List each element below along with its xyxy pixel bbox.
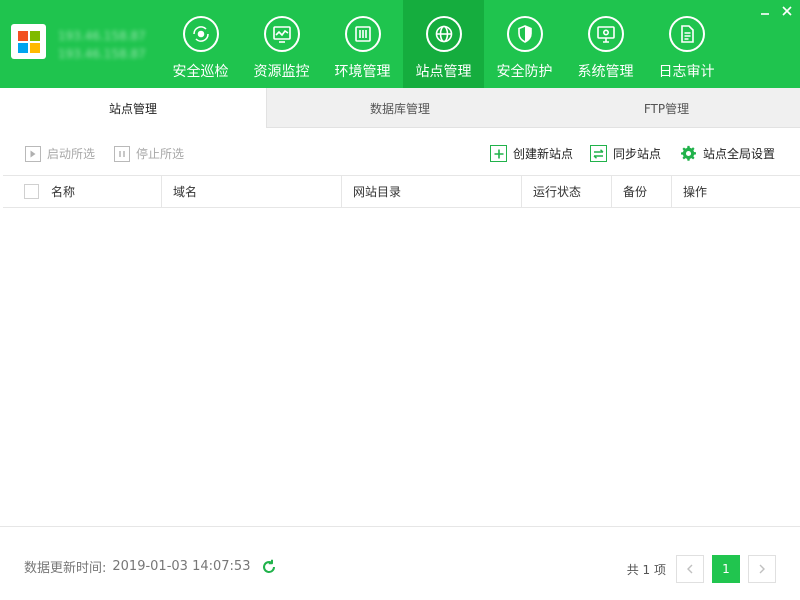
update-time-value: 2019-01-03 14:07:53 <box>112 559 251 574</box>
play-icon <box>25 145 41 162</box>
start-selected-label: 启动所选 <box>47 147 96 161</box>
server-line-1: 193.46.158.87 <box>58 29 146 43</box>
refresh-icon[interactable] <box>260 558 278 576</box>
minimize-icon[interactable] <box>758 4 772 18</box>
nav-label: 系统管理 <box>577 64 634 80</box>
global-settings-button[interactable]: 站点全局设置 <box>680 145 775 162</box>
pagination: 共 1 项 1 <box>627 555 776 583</box>
window-controls <box>758 4 794 18</box>
create-site-button[interactable]: 创建新站点 <box>490 145 573 162</box>
column-header-backup[interactable]: 备份 <box>611 176 671 207</box>
page-number-button[interactable]: 1 <box>712 555 740 583</box>
app-header: 193.46.158.87 193.46.158.87 安全巡检 资源监控 环境… <box>0 0 800 88</box>
tab-label: FTP管理 <box>643 101 690 116</box>
main-nav: 安全巡检 资源监控 环境管理 站点管理 安全防护 系统管理 日志审计 <box>160 0 727 88</box>
prev-page-button[interactable] <box>676 555 704 583</box>
column-header-name[interactable]: 名称 <box>40 176 161 207</box>
nav-label: 安全巡检 <box>172 64 229 80</box>
chevron-right-icon <box>759 564 765 574</box>
column-label: 名称 <box>51 185 76 199</box>
windows-logo-icon <box>11 24 46 59</box>
sync-sites-button[interactable]: 同步站点 <box>590 145 661 162</box>
select-all-checkbox[interactable] <box>24 184 39 199</box>
start-selected-button[interactable]: 启动所选 <box>25 145 95 162</box>
server-line-2: 193.46.158.87 <box>58 47 146 61</box>
sub-tabs: 站点管理 数据库管理 FTP管理 <box>0 88 800 128</box>
stop-selected-label: 停止所选 <box>136 147 185 161</box>
nav-item-site-management[interactable]: 站点管理 <box>403 0 484 88</box>
tab-label: 站点管理 <box>108 101 157 116</box>
column-header-directory[interactable]: 网站目录 <box>341 176 521 207</box>
current-page: 1 <box>722 562 730 576</box>
monitor-chart-icon <box>263 16 300 52</box>
tab-label: 数据库管理 <box>369 101 430 116</box>
tab-database-management[interactable]: 数据库管理 <box>267 88 533 128</box>
gear-monitor-icon <box>587 16 624 52</box>
globe-icon <box>425 16 462 52</box>
update-time-label: 数据更新时间: <box>24 561 107 576</box>
column-header-status[interactable]: 运行状态 <box>521 176 611 207</box>
nav-item-environment[interactable]: 环境管理 <box>322 0 403 88</box>
site-table-body <box>3 208 800 526</box>
global-settings-label: 站点全局设置 <box>703 147 776 161</box>
column-header-actions[interactable]: 操作 <box>671 176 800 207</box>
nav-label: 安全防护 <box>496 64 553 80</box>
tab-site-management[interactable]: 站点管理 <box>0 88 267 128</box>
stop-selected-button[interactable]: 停止所选 <box>114 145 184 162</box>
nav-label: 日志审计 <box>658 64 715 80</box>
nav-item-security-scan[interactable]: 安全巡检 <box>160 0 241 88</box>
create-site-label: 创建新站点 <box>513 147 574 161</box>
column-label: 运行状态 <box>533 185 582 199</box>
sync-icon <box>590 145 607 162</box>
gear-icon <box>680 145 697 162</box>
nav-item-system-management[interactable]: 系统管理 <box>565 0 646 88</box>
column-label: 操作 <box>683 185 708 199</box>
next-page-button[interactable] <box>748 555 776 583</box>
scan-icon <box>182 16 219 52</box>
total-count: 共 1 项 <box>626 562 666 577</box>
sync-sites-label: 同步站点 <box>613 147 662 161</box>
nav-item-resource-monitor[interactable]: 资源监控 <box>241 0 322 88</box>
nav-label: 站点管理 <box>415 64 472 80</box>
close-icon[interactable] <box>780 4 794 18</box>
column-label: 备份 <box>623 185 648 199</box>
pause-icon <box>114 145 130 162</box>
toolbar: 启动所选 停止所选 创建新站点 同步站点 站点全局设置 <box>0 128 800 176</box>
column-header-domain[interactable]: 域名 <box>161 176 341 207</box>
document-icon <box>668 16 705 52</box>
chevron-left-icon <box>687 564 693 574</box>
column-label: 域名 <box>173 185 198 199</box>
shield-icon <box>506 16 543 52</box>
nav-item-log-audit[interactable]: 日志审计 <box>646 0 727 88</box>
server-icon <box>344 16 381 52</box>
site-table-header: 名称 域名 网站目录 运行状态 备份 操作 <box>3 175 800 208</box>
server-info: 193.46.158.87 193.46.158.87 <box>58 27 146 63</box>
update-time: 数据更新时间: 2019-01-03 14:07:53 <box>24 557 278 576</box>
nav-label: 环境管理 <box>334 64 391 80</box>
nav-label: 资源监控 <box>253 64 310 80</box>
tab-ftp-management[interactable]: FTP管理 <box>533 88 800 128</box>
column-label: 网站目录 <box>353 185 402 199</box>
footer: 数据更新时间: 2019-01-03 14:07:53 共 1 项 1 <box>0 526 800 600</box>
nav-item-security-protection[interactable]: 安全防护 <box>484 0 565 88</box>
plus-icon <box>490 145 507 162</box>
